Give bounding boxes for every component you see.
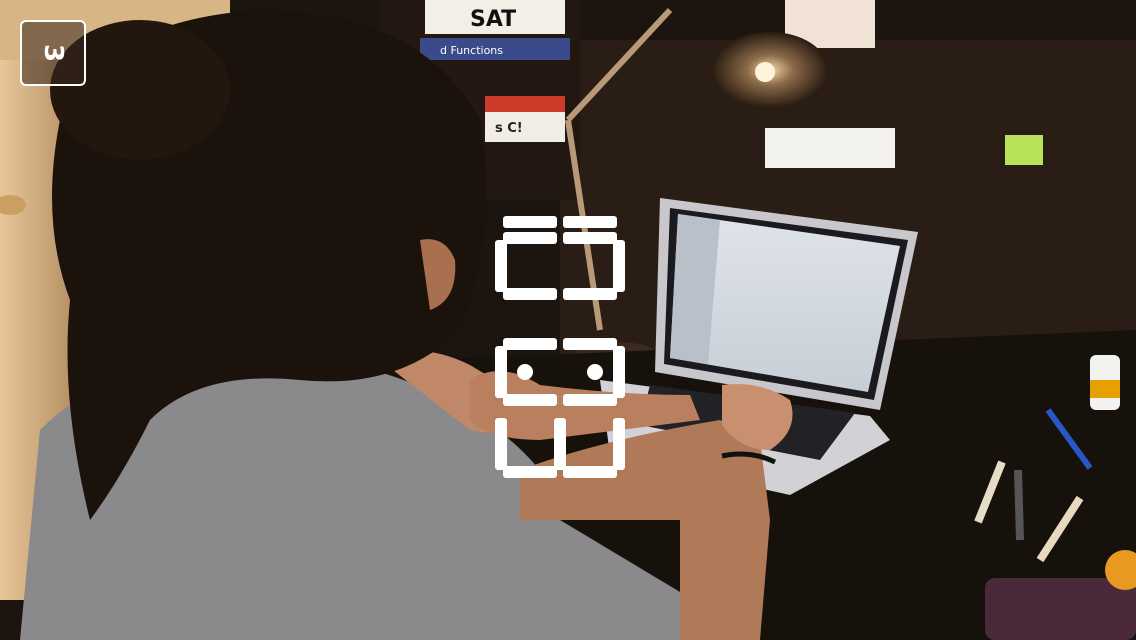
digit-segment bbox=[554, 418, 566, 470]
digit-segment bbox=[563, 338, 617, 350]
digit-segment bbox=[613, 418, 625, 470]
clock-digit bbox=[503, 216, 617, 228]
book-sat-title: SAT bbox=[470, 7, 516, 32]
clock-digit bbox=[495, 338, 625, 406]
digit-segment bbox=[503, 338, 557, 350]
clock-colon-dot bbox=[517, 364, 533, 380]
timer-countdown-badge[interactable]: 3 bbox=[20, 20, 86, 86]
digit-segment bbox=[613, 346, 625, 398]
phone bbox=[985, 578, 1136, 640]
digit-segment bbox=[503, 216, 557, 228]
digit-segment bbox=[503, 288, 557, 300]
digit-segment bbox=[563, 216, 617, 228]
digit-segment bbox=[563, 288, 617, 300]
digit-segment bbox=[495, 418, 507, 470]
digit-segment bbox=[563, 394, 617, 406]
countdown-value: 3 bbox=[38, 43, 68, 63]
paper-note bbox=[765, 128, 895, 168]
digit-segment bbox=[495, 240, 507, 292]
clock-overlay: 10:03 bbox=[485, 160, 645, 480]
svg-text:d Functions: d Functions bbox=[440, 44, 503, 57]
digit-segment bbox=[495, 346, 507, 398]
clock-digit bbox=[495, 418, 625, 478]
clock-colon-dot bbox=[587, 364, 603, 380]
digit-segment bbox=[613, 240, 625, 292]
digit-segment bbox=[503, 232, 557, 244]
digit-segment bbox=[503, 394, 557, 406]
seven-segment-digits bbox=[495, 216, 625, 478]
svg-text:s C!: s C! bbox=[495, 121, 523, 136]
clock-digit bbox=[495, 232, 625, 300]
pen-dark bbox=[1014, 469, 1024, 541]
digit-segment bbox=[503, 466, 557, 478]
sticky-note bbox=[1005, 135, 1043, 165]
digit-segment bbox=[563, 232, 617, 244]
digit-segment bbox=[563, 466, 617, 478]
